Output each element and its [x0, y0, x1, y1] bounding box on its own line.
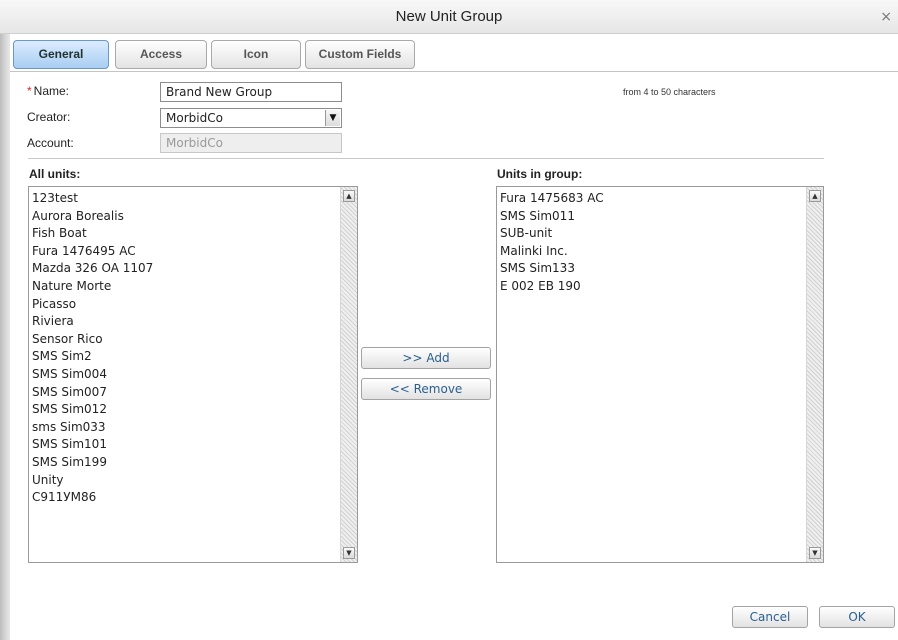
list-item[interactable]: sms Sim033 — [32, 419, 357, 437]
list-item[interactable]: Picasso — [32, 296, 357, 314]
all-units-scrollbar[interactable]: ▲ ▼ — [340, 187, 357, 562]
list-item[interactable]: SUB-unit — [500, 225, 823, 243]
list-item[interactable]: SMS Sim012 — [32, 401, 357, 419]
list-item[interactable]: Malinki Inc. — [500, 243, 823, 261]
units-in-group-scrollbar[interactable]: ▲ ▼ — [806, 187, 823, 562]
chevron-down-icon[interactable]: ▼ — [325, 110, 340, 126]
name-hint: from 4 to 50 characters — [623, 87, 716, 97]
list-item[interactable]: Mazda 326 OA 1107 — [32, 260, 357, 278]
all-units-list[interactable]: 123test Aurora Borealis Fish Boat Fura 1476… — [28, 186, 358, 563]
list-item[interactable]: Nature Morte — [32, 278, 357, 296]
add-button[interactable]: >> Add — [361, 347, 491, 369]
units-in-group-items: Fura 1475683 AC SMS Sim011 SUB-unit Malinki… — [497, 187, 823, 296]
list-item[interactable]: Fura 1475683 AC — [500, 190, 823, 208]
tab-icon[interactable]: Icon — [211, 40, 301, 69]
dialog-title: New Unit Group — [395, 8, 503, 25]
required-marker: * — [27, 84, 32, 98]
all-units-items: 123test Aurora Borealis Fish Boat Fura 1476… — [29, 187, 357, 507]
name-label-text: Name: — [33, 84, 70, 98]
creator-select-value: MorbidCo — [166, 111, 223, 125]
ok-button[interactable]: OK — [819, 606, 895, 628]
tab-access[interactable]: Access — [115, 40, 207, 69]
units-in-group-title: Units in group: — [497, 167, 583, 181]
section-divider — [28, 158, 824, 159]
cancel-button[interactable]: Cancel — [732, 606, 808, 628]
list-item[interactable]: 123test — [32, 190, 357, 208]
list-item[interactable]: E 002 EB 190 — [500, 278, 823, 296]
account-field: MorbidCo — [160, 133, 342, 153]
scroll-up-icon[interactable]: ▲ — [809, 190, 821, 202]
list-item[interactable]: Aurora Borealis — [32, 208, 357, 226]
list-item[interactable]: Fish Boat — [32, 225, 357, 243]
list-item[interactable]: SMS Sim007 — [32, 384, 357, 402]
scroll-down-icon[interactable]: ▼ — [343, 547, 355, 559]
remove-button[interactable]: << Remove — [361, 378, 491, 400]
list-item[interactable]: SMS Sim011 — [500, 208, 823, 226]
name-label: * Name: — [27, 84, 69, 98]
list-item[interactable]: SMS Sim199 — [32, 454, 357, 472]
creator-label: Creator: — [27, 110, 71, 124]
list-item[interactable]: SMS Sim004 — [32, 366, 357, 384]
list-item[interactable]: SMS Sim101 — [32, 436, 357, 454]
list-item[interactable]: Sensor Rico — [32, 331, 357, 349]
account-label: Account: — [27, 136, 74, 150]
list-item[interactable]: Riviera — [32, 313, 357, 331]
list-item[interactable]: SMS Sim2 — [32, 348, 357, 366]
units-in-group-list[interactable]: Fura 1475683 AC SMS Sim011 SUB-unit Malinki… — [496, 186, 824, 563]
tab-general[interactable]: General — [13, 40, 109, 69]
tab-custom-fields[interactable]: Custom Fields — [305, 40, 415, 69]
all-units-title: All units: — [29, 167, 81, 181]
scroll-down-icon[interactable]: ▼ — [809, 547, 821, 559]
list-item[interactable]: Unity — [32, 472, 357, 490]
dialog-titlebar[interactable]: New Unit Group × — [0, 0, 898, 34]
list-item[interactable]: SMS Sim133 — [500, 260, 823, 278]
dialog-left-border — [0, 34, 10, 640]
creator-select[interactable]: MorbidCo ▼ — [160, 108, 342, 128]
new-unit-group-dialog: New Unit Group × General Access Icon Cus… — [0, 0, 898, 640]
scroll-up-icon[interactable]: ▲ — [343, 190, 355, 202]
tab-bar: General Access Icon Custom Fields — [10, 38, 898, 72]
close-icon[interactable]: × — [880, 10, 892, 24]
name-input[interactable]: Brand New Group — [160, 82, 342, 102]
list-item[interactable]: Fura 1476495 AC — [32, 243, 357, 261]
list-item[interactable]: С911УМ86 — [32, 489, 357, 507]
